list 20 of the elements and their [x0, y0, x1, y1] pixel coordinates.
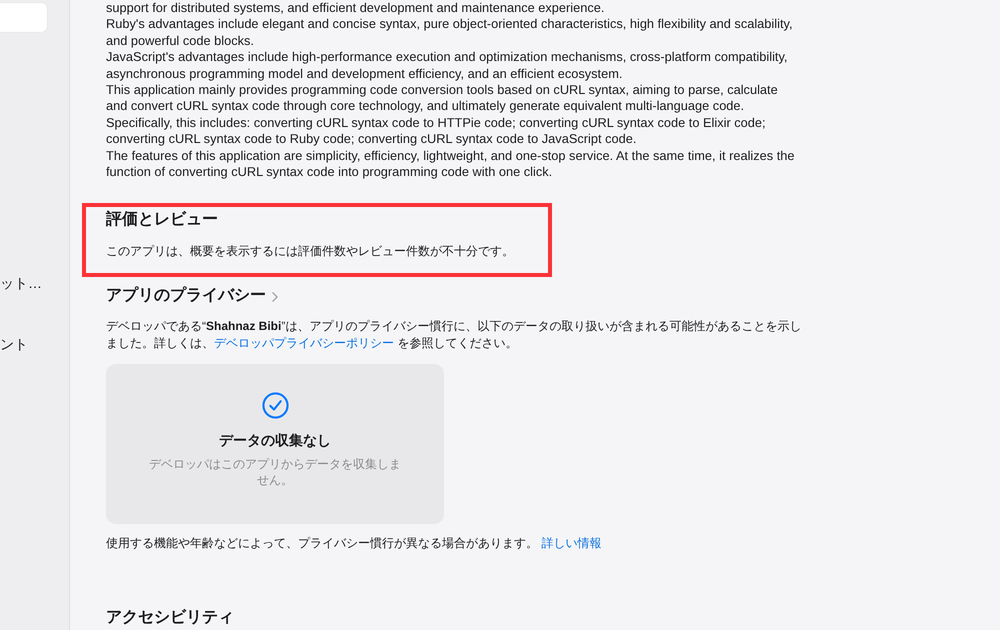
sidebar-item[interactable]: ット… — [0, 273, 42, 293]
search-field[interactable] — [0, 3, 47, 32]
section-heading: アクセシビリティ — [106, 608, 235, 628]
description-paragraph: support for distributed systems, and efficient development and maintenance experience. — [106, 0, 606, 16]
section-heading: 評価とレビュー — [106, 210, 219, 230]
description-paragraph: The features of this application are simplicity, efficiency, lightweight, and one-stop service. At the same time, it realizes the function of converting cURL syntax code into programming code with one click. — [106, 148, 796, 180]
privacy-policy-link[interactable]: デベロッパプライバシーポリシー — [214, 336, 394, 350]
card-title: データの収集なし — [219, 431, 331, 450]
chevron-right-icon[interactable] — [272, 292, 278, 302]
card-text: デベロッパはこのアプリからデータを収集しません。 — [148, 456, 402, 488]
description-paragraph: This application mainly provides programming code conversion tools based on cURL syntax, aiming to parse, calculate and convert cURL syntax code through core technology, and ultimately generate equivalent multi-language code. Specifically, this includes: converting cURL syntax code to HTTPie code; converting cURL syntax code to Elixir code; converting cURL syntax code to Ruby code; converting cURL syntax code to JavaScript code. — [106, 82, 779, 148]
section-heading: アプリのプライバシー — [106, 285, 266, 306]
description-paragraph: Ruby's advantages include elegant and concise syntax, pure object-oriented characteristics, high flexibility and scalability, and powerful code blocks. — [106, 16, 794, 50]
learn-more-link[interactable]: 詳しい情報 — [541, 536, 602, 550]
check-circle-icon — [262, 392, 288, 420]
privacy-note: 使用する機能や年齢などによって、プライバシー慣行が異なる場合があります。 詳しい情報 — [106, 535, 602, 552]
description-paragraph: JavaScript's advantages include high-performance execution and optimization mechanisms, cross-platform compatibility, asynchronous programming model and development efficiency, and an efficient ecosystem. — [106, 49, 788, 82]
sidebar-item[interactable]: ント — [0, 334, 28, 354]
privacy-text: デベロッパである“Shahnaz Bibi”は、アプリのプライバシー慣行に、以下のデータの取り扱いが含まれる可能性があることを示しました。詳しくは、デベロッパプライバシーポリシー を参照してください。 — [106, 318, 802, 352]
ratings-message: このアプリは、概要を表示するには評価件数やレビュー件数が不十分です。 — [106, 243, 515, 260]
